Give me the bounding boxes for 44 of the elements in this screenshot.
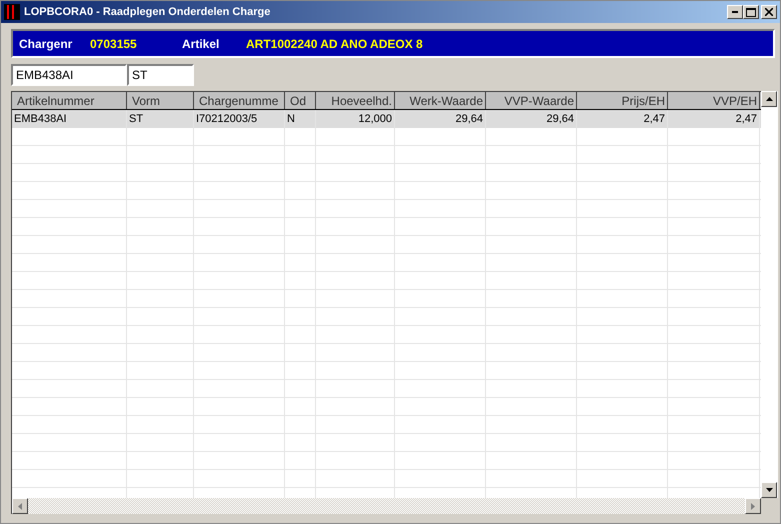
column-header[interactable]: Vorm [127, 92, 194, 109]
table-cell: 2,47 [668, 110, 760, 128]
maximize-button[interactable] [743, 5, 759, 19]
column-header[interactable]: Werk-Waarde [395, 92, 486, 109]
column-header[interactable]: Chargenumme [194, 92, 285, 109]
scroll-up-button[interactable] [761, 91, 778, 107]
scroll-left-button[interactable] [12, 498, 28, 514]
down-arrow-icon [766, 488, 773, 492]
info-value: ART1002240 AD ANO ADEOX 8 [246, 36, 423, 50]
table-cell: 2,47 [577, 110, 668, 128]
column-header[interactable]: VVP-Waarde [486, 92, 577, 109]
column-header[interactable]: Od [285, 92, 316, 109]
table-cell: ST [127, 110, 194, 128]
app-icon [4, 4, 20, 20]
close-icon [765, 8, 773, 16]
right-arrow-icon [751, 502, 756, 510]
vertical-scrollbar[interactable] [761, 91, 778, 514]
column-header[interactable]: Artikelnummer [12, 92, 127, 109]
table-cell: 29,64 [486, 110, 577, 128]
info-label: Chargenr [18, 36, 74, 50]
left-arrow-icon [18, 502, 22, 510]
table-cell: 12,000 [316, 110, 395, 128]
column-header[interactable]: VVP/EH [668, 92, 760, 109]
minimize-icon [732, 11, 738, 13]
scroll-down-button[interactable] [761, 482, 778, 498]
info-label: Artikel [181, 36, 220, 50]
up-arrow-icon [766, 97, 773, 101]
table-cell: I70212003/5 [194, 110, 285, 128]
column-header[interactable]: Prijs/EH [577, 92, 668, 109]
table-cell: EMB438AI [12, 110, 127, 128]
horizontal-scrollbar[interactable] [12, 498, 762, 514]
maximize-icon [746, 8, 756, 16]
close-button[interactable] [761, 5, 777, 19]
info-value: 0703155 [90, 36, 138, 50]
filter-field[interactable]: EMB438AI [11, 64, 127, 86]
table-row[interactable]: EMB438AI ST I70212003/5 N 12,000 29,64 29,64 2,47 2,47 [12, 110, 762, 128]
column-header[interactable]: Hoeveelhd. [316, 92, 395, 109]
table-cell: N [285, 110, 316, 128]
table-cell: 29,64 [395, 110, 486, 128]
filter-field[interactable]: ST [127, 64, 194, 86]
minimize-button[interactable] [727, 5, 743, 19]
window-title: LOPBCORA0 - Raadplegen Onderdelen Charge [24, 6, 272, 18]
scroll-right-button[interactable] [745, 498, 762, 514]
scrollbar-corner [761, 498, 778, 514]
